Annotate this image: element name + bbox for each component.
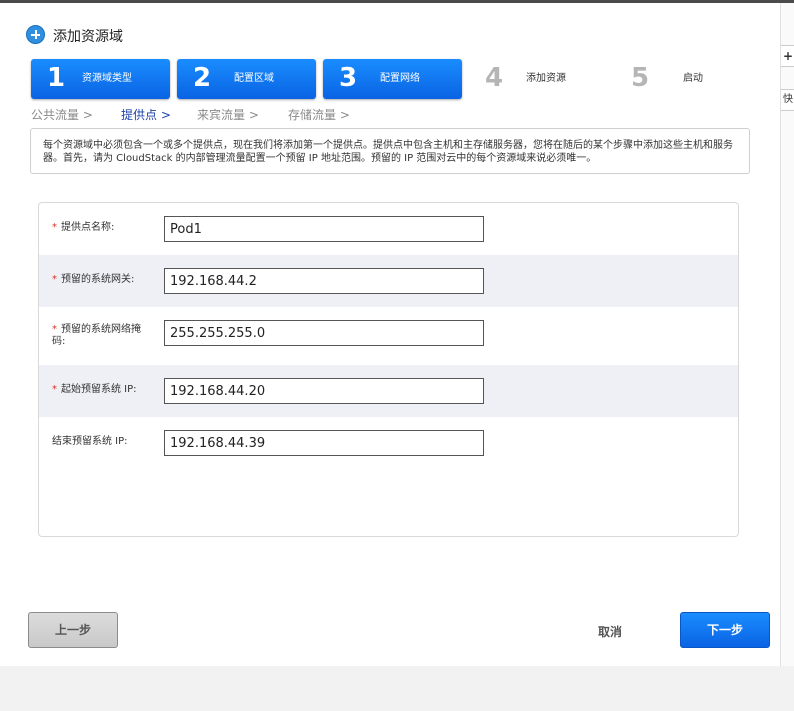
required-marker: * (52, 222, 57, 233)
background-bottom (0, 666, 794, 711)
step-number: 4 (485, 63, 504, 93)
required-marker: * (52, 384, 57, 395)
step-setup-zone: 2 配置区域 (177, 59, 316, 99)
dialog-title: 添加资源域 (53, 29, 123, 45)
step-label: 配置网络 (380, 73, 420, 84)
background-edge: + 快 (780, 3, 794, 666)
step-number: 3 (339, 63, 358, 93)
field-label: * 预留的系统网关: (52, 274, 135, 285)
step-label: 资源域类型 (82, 73, 132, 84)
step-number: 2 (193, 63, 212, 93)
substep-pod: 提供点 > (121, 108, 171, 122)
form-row-start-ip: * 起始预留系统 IP: (39, 365, 738, 417)
step-number: 5 (631, 63, 650, 93)
required-marker: * (52, 274, 57, 285)
field-label: 结束预留系统 IP: (52, 436, 128, 447)
info-description: 每个资源域中必须包含一个或多个提供点，现在我们将添加第一个提供点。提供点中包含主… (30, 128, 750, 174)
reserved-netmask-input[interactable] (164, 320, 484, 346)
background-text-fragment: 快 (781, 89, 794, 111)
previous-button[interactable]: 上一步 (28, 612, 118, 648)
step-zone-type: 1 资源域类型 (31, 59, 170, 99)
field-label: * 提供点名称: (52, 222, 115, 233)
field-label: * 起始预留系统 IP: (52, 384, 137, 395)
pod-name-input[interactable] (164, 216, 484, 242)
substep-storage-traffic: 存储流量 > (288, 108, 350, 122)
substep-guest-traffic: 来宾流量 > (197, 108, 259, 122)
form-row-gateway: * 预留的系统网关: (39, 255, 738, 307)
cancel-button[interactable]: 取消 (585, 623, 635, 640)
start-reserved-ip-input[interactable] (164, 378, 484, 404)
form-row-pod-name: * 提供点名称: (39, 203, 738, 255)
step-launch: 5 启动 (615, 59, 754, 99)
add-circle-icon (26, 25, 45, 44)
step-label: 添加资源 (526, 73, 566, 84)
pod-form: *提供点名称: *预留的系统网关: *预留的系统网络掩码: *起始预留系统 IP… (38, 202, 739, 537)
form-row-end-ip: 结束预留系统 IP: (39, 417, 738, 469)
step-setup-network: 3 配置网络 (323, 59, 462, 99)
step-label: 启动 (683, 73, 703, 84)
end-reserved-ip-input[interactable] (164, 430, 484, 456)
required-marker: * (52, 324, 57, 335)
step-add-resources: 4 添加资源 (469, 59, 608, 99)
step-label: 配置区域 (234, 73, 274, 84)
field-label: * 预留的系统网络掩码: (52, 324, 141, 347)
step-number: 1 (47, 63, 66, 93)
reserved-gateway-input[interactable] (164, 268, 484, 294)
form-row-netmask: * 预留的系统网络掩码: (39, 307, 738, 365)
next-button[interactable]: 下一步 (680, 612, 770, 648)
substep-public-traffic: 公共流量 > (31, 108, 93, 122)
background-plus-icon: + (781, 45, 794, 67)
